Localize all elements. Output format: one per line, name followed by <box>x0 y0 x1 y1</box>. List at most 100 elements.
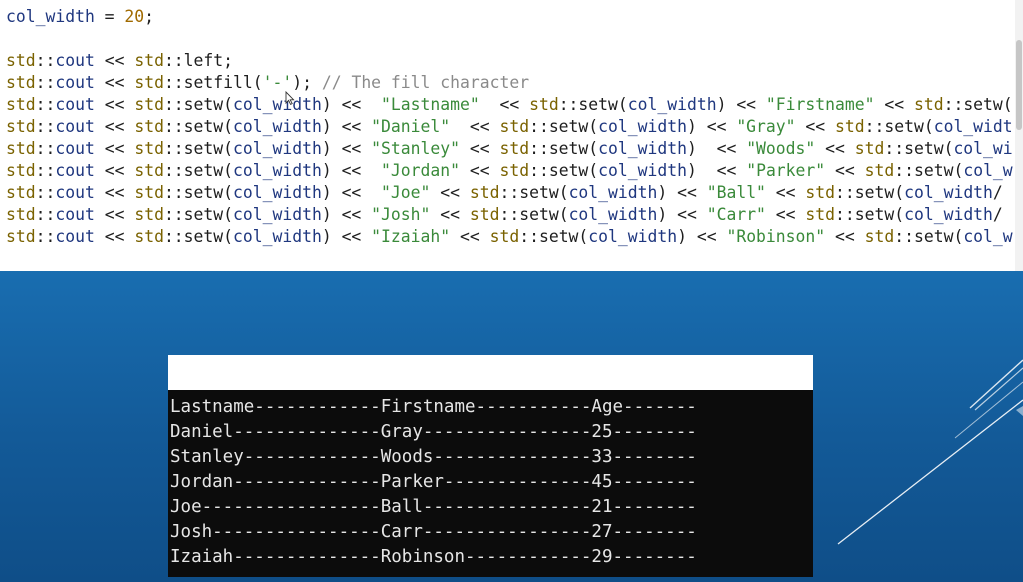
code-token: std <box>499 117 530 136</box>
code-token: << <box>430 183 470 202</box>
code-token: col_wi <box>953 139 1013 158</box>
code-token: << <box>825 161 865 180</box>
code-token: cout <box>55 227 95 246</box>
code-token: ::setw( <box>163 183 234 202</box>
code-token: cout <box>55 183 95 202</box>
code-token: << <box>94 117 135 136</box>
code-token: "Firstname" <box>765 95 875 114</box>
code-token: ::setw( <box>163 227 234 246</box>
code-token: col_width <box>904 183 993 202</box>
code-token: std <box>6 139 36 158</box>
code-token: col_width <box>233 139 322 158</box>
code-token: std <box>134 95 164 114</box>
console-titlebar[interactable] <box>168 355 813 390</box>
code-token: std <box>134 183 164 202</box>
code-token: ) << <box>321 227 372 246</box>
code-token: "Stanley" <box>371 139 460 158</box>
code-token: ; <box>144 7 155 26</box>
code-token: "Lastname" <box>381 95 480 114</box>
code-token: col_width <box>568 205 658 224</box>
code-token: std <box>499 139 530 158</box>
code-token: cout <box>55 139 95 158</box>
code-token: ) << <box>321 139 372 158</box>
code-line: std::cout << std::setw(col_width) << "St… <box>6 138 1013 160</box>
code-token: ) << <box>321 117 372 136</box>
code-line: std::cout << std::setw(col_width) << "Jo… <box>6 204 1003 226</box>
code-token: ) << <box>686 117 737 136</box>
code-token: std <box>6 183 36 202</box>
code-token: std <box>134 161 164 180</box>
code-token: "Daniel" <box>371 117 451 136</box>
code-token: << <box>815 139 855 158</box>
code-token: std <box>134 73 164 92</box>
code-token: ::setw( <box>864 117 934 136</box>
code-token: std <box>835 117 865 136</box>
code-token: col_width <box>568 183 658 202</box>
code-token: << <box>94 73 135 92</box>
code-token: << <box>479 95 530 114</box>
code-token: ); <box>292 73 322 92</box>
console-output-line: Daniel--------------Gray----------------… <box>170 422 697 442</box>
code-token: << <box>795 117 836 136</box>
code-token: std <box>6 73 36 92</box>
code-token: ::setw( <box>558 95 628 114</box>
code-token: ::setw( <box>529 117 599 136</box>
code-line: std::cout << std::setw(col_width) << "Iz… <box>6 226 1013 248</box>
code-token: col_w <box>963 161 1013 180</box>
code-token: std <box>864 161 895 180</box>
code-token: std <box>913 95 944 114</box>
code-token: col_width <box>598 139 687 158</box>
code-token: ) << <box>321 205 372 224</box>
code-token: << <box>94 205 135 224</box>
code-token: std <box>469 205 500 224</box>
code-token: std <box>854 139 885 158</box>
code-token: ) << <box>677 227 727 246</box>
console-output-line: Stanley-------------Woods---------------… <box>170 447 697 467</box>
code-token: ::setw( <box>163 205 234 224</box>
code-line: std::cout << std::setw(col_width) << "La… <box>6 94 1013 116</box>
code-token: "Ball" <box>706 183 766 202</box>
code-token: << <box>459 139 500 158</box>
code-token: / <box>992 205 1003 224</box>
code-token: :: <box>35 161 56 180</box>
code-token: "Izaiah" <box>371 227 451 246</box>
code-token: << <box>450 117 500 136</box>
code-token: << <box>94 139 135 158</box>
code-token: ::setw( <box>884 139 954 158</box>
code-editor[interactable]: col_width = 20; std::cout << std::left; st… <box>0 0 1016 271</box>
code-token: ) << <box>657 205 707 224</box>
code-line: std::cout << std::setfill('-'); // The f… <box>6 72 529 94</box>
code-token: ::left; <box>163 51 234 70</box>
code-token: std <box>134 139 164 158</box>
code-token: col_width <box>233 117 322 136</box>
code-token: std <box>469 183 500 202</box>
code-token: std <box>6 205 36 224</box>
code-token: std <box>805 205 836 224</box>
code-token: ::setw( <box>499 183 569 202</box>
code-token: cout <box>55 95 95 114</box>
console-output-line: Izaiah--------------Robinson------------… <box>170 547 697 567</box>
code-token: ) << <box>657 183 707 202</box>
code-token: 20 <box>124 7 145 26</box>
code-token: << <box>874 95 914 114</box>
code-token: col_width <box>233 95 322 114</box>
code-token: "Parker" <box>746 161 826 180</box>
code-token: "Woods" <box>746 139 816 158</box>
code-token: std <box>6 117 36 136</box>
code-token: cout <box>55 73 95 92</box>
editor-scrollbar-thumb[interactable] <box>1016 40 1022 130</box>
code-token: :: <box>35 227 56 246</box>
code-token: col_width <box>233 183 322 202</box>
code-token: cout <box>55 161 95 180</box>
code-token: col_width <box>627 95 717 114</box>
code-token: std <box>134 205 164 224</box>
decorative-lines <box>837 359 1023 545</box>
code-token: cout <box>55 51 95 70</box>
code-token: << <box>825 227 865 246</box>
code-token: cout <box>55 205 95 224</box>
editor-scrollbar[interactable] <box>1015 0 1023 271</box>
code-token: cout <box>55 117 95 136</box>
code-token: << <box>94 183 135 202</box>
code-token: << <box>450 227 490 246</box>
code-token: "Carr" <box>706 205 766 224</box>
